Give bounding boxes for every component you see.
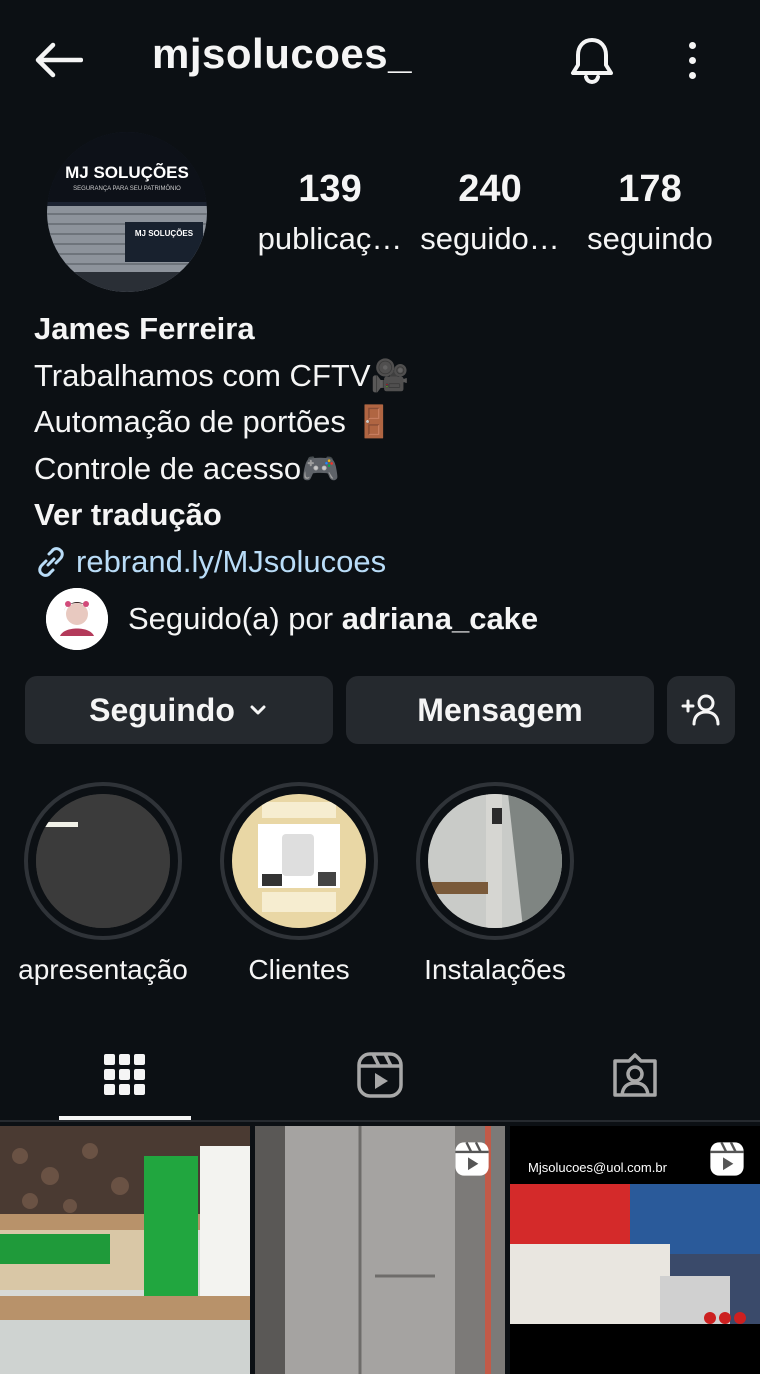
profile-name: James Ferreira [34, 311, 255, 346]
more-options-button[interactable] [672, 36, 712, 84]
tab-reels[interactable] [310, 1030, 450, 1120]
following-button-label: Seguindo [89, 691, 235, 728]
profile-username: mjsolucoes_ [152, 30, 412, 77]
profile-bio: James Ferreira Trabalhamos com CFTV🎥 Aut… [34, 306, 734, 585]
reels-icon [357, 1052, 403, 1098]
back-button[interactable] [30, 36, 86, 84]
message-button-label: Mensagem [417, 691, 583, 728]
following-count[interactable]: 178 seguindo [560, 168, 740, 257]
bell-icon [571, 38, 613, 85]
highlight-label: Clientes [248, 954, 350, 985]
following-label: seguindo [587, 221, 713, 256]
see-translation-link[interactable]: Ver tradução [34, 492, 734, 539]
followers-number: 240 [458, 168, 522, 210]
followers-label: seguido… [420, 221, 560, 256]
message-button[interactable]: Mensagem [346, 676, 654, 744]
grid-icon [104, 1054, 145, 1095]
following-number: 178 [618, 168, 682, 210]
bio-line: Controle de acesso🎮 [34, 450, 340, 486]
post-caption-text: Mjsolucoes@uol.com.br [528, 1160, 668, 1175]
bio-line: Automação de portões 🚪 [34, 404, 394, 439]
profile-link-text: rebrand.ly/MJsolucoes [76, 543, 387, 579]
following-button[interactable]: Seguindo [25, 676, 333, 744]
reel-badge-icon [455, 1141, 489, 1176]
more-vertical-icon [688, 41, 696, 49]
post-thumbnail[interactable] [0, 1126, 250, 1374]
highlight-apresentacao[interactable]: apresentação [8, 782, 198, 986]
profile-stats: 139 publicaç… 240 seguido… 178 seguindo [240, 168, 740, 268]
profile-tabs [0, 1030, 760, 1122]
highlight-label: apresentação [18, 954, 188, 985]
bio-line: Trabalhamos com CFTV🎥 [34, 357, 410, 393]
tab-posts[interactable] [55, 1030, 195, 1120]
posts-count[interactable]: 139 publicaç… [240, 168, 420, 257]
post-thumbnail[interactable] [255, 1126, 505, 1374]
notifications-button[interactable] [566, 34, 618, 86]
tab-tagged[interactable] [565, 1030, 705, 1120]
top-bar: mjsolucoes_ [0, 0, 760, 120]
followed-by[interactable]: Seguido(a) por adriana_cake [46, 588, 538, 650]
link-icon [38, 546, 64, 577]
highlight-cover [36, 794, 170, 928]
suggest-users-button[interactable] [667, 676, 735, 744]
arrow-left-icon [35, 42, 83, 78]
svg-text:MJ SOLUÇÕES: MJ SOLUÇÕES [135, 229, 194, 238]
highlight-cover [428, 794, 562, 928]
profile-avatar[interactable]: MJ SOLUÇÕES SEGURANÇA PARA SEU PATRIMÔNI… [47, 132, 207, 292]
highlight-clientes[interactable]: Clientes [204, 782, 394, 986]
profile-link[interactable]: rebrand.ly/MJsolucoes [34, 539, 734, 586]
reel-badge-icon [710, 1141, 744, 1176]
follower-avatar [46, 588, 108, 650]
avatar-logo-text: MJ SOLUÇÕES [65, 162, 189, 182]
followed-by-username: adriana_cake [341, 601, 539, 636]
tagged-icon [613, 1053, 657, 1097]
followed-by-text: Seguido(a) por adriana_cake [128, 601, 539, 636]
highlight-cover [232, 794, 366, 928]
posts-number: 139 [298, 168, 362, 210]
svg-text:SEGURANÇA PARA SEU PATRIMÔNIO: SEGURANÇA PARA SEU PATRIMÔNIO [73, 185, 181, 192]
chevron-down-icon [250, 705, 266, 715]
add-user-icon [681, 694, 720, 726]
highlight-instalacoes[interactable]: Instalações [400, 782, 590, 986]
followers-count[interactable]: 240 seguido… [400, 168, 580, 257]
highlight-label: Instalações [424, 954, 566, 985]
posts-label: publicaç… [257, 221, 403, 256]
post-thumbnail[interactable]: Mjsolucoes@uol.com.br [510, 1126, 760, 1374]
tabs-divider [0, 1120, 760, 1122]
